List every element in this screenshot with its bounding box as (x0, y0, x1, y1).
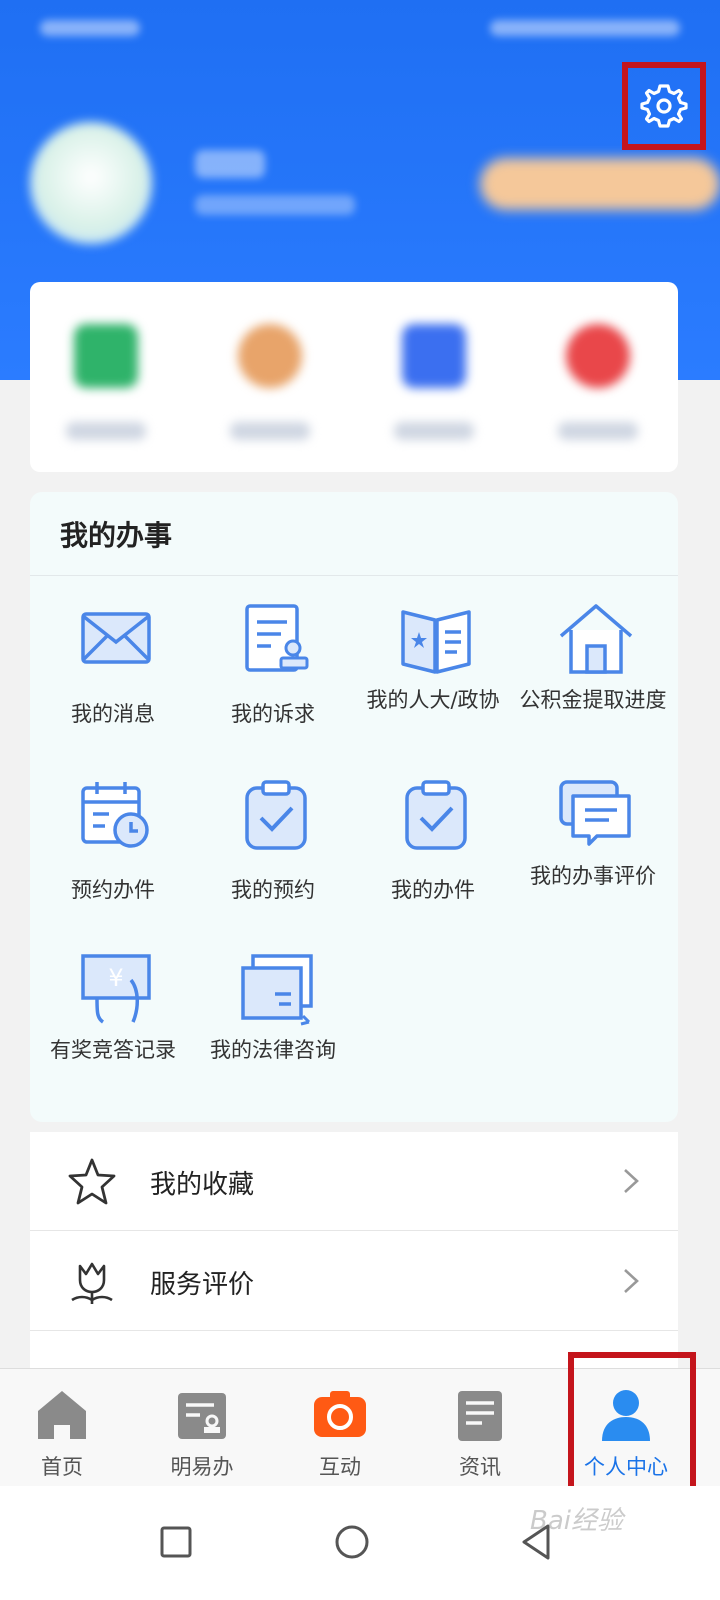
affair-item-my-evaluations[interactable]: 我的办事评价 (512, 776, 674, 936)
affair-label: 我的人大/政协 (366, 688, 500, 712)
list-item-label: 我的收藏 (150, 1170, 255, 1200)
tab-label: 资讯 (459, 1455, 501, 1479)
settings-highlight-box (622, 62, 706, 150)
tab-label: 明易办 (170, 1455, 234, 1479)
tulip-icon (71, 1262, 113, 1304)
affair-label: 我的办事评价 (530, 864, 656, 888)
newspaper-icon (458, 1391, 502, 1441)
card-window-icon (241, 954, 313, 1026)
quick-item-4[interactable] (538, 312, 658, 452)
open-book-icon (401, 610, 471, 674)
envelope-icon (81, 612, 151, 664)
affair-item-legal-consultation[interactable]: 我的法律咨询 (192, 950, 354, 1110)
document-stamp-icon (245, 604, 309, 672)
affair-item-my-tasks[interactable]: 我的办件 (352, 776, 514, 936)
clipboard-check-icon (245, 780, 307, 850)
affair-label: 预约办件 (71, 878, 155, 902)
user-subtitle-blurred (195, 195, 355, 215)
affair-label: 我的诉求 (231, 702, 315, 726)
affair-label: 我的消息 (71, 702, 155, 726)
section-title: 我的办事 (60, 519, 173, 552)
calendar-clock-icon (81, 782, 149, 848)
camera-icon (314, 1391, 366, 1437)
status-bar (40, 14, 680, 42)
quick-item-2[interactable] (210, 312, 330, 452)
chevron-right-icon (624, 1269, 639, 1293)
affair-label: 我的预约 (231, 878, 315, 902)
tab-mingyiban[interactable]: 明易办 (142, 1383, 262, 1479)
affair-label: 我的办件 (391, 878, 475, 902)
list-item-label: 服务评价 (150, 1270, 255, 1300)
star-icon (68, 1158, 116, 1205)
divider (30, 1230, 678, 1231)
affair-label: 有奖竞答记录 (50, 1038, 176, 1062)
tab-label: 首页 (41, 1455, 83, 1479)
affair-label: 公积金提取进度 (519, 688, 667, 712)
affair-item-provident-fund[interactable]: 公积金提取进度 (512, 600, 674, 760)
stamp-board-icon (178, 1393, 226, 1439)
list-item-favorites[interactable]: 我的收藏 (30, 1132, 678, 1231)
avatar[interactable] (30, 122, 152, 244)
house-icon (559, 604, 633, 674)
watermark: Bai经验 (530, 1506, 623, 1536)
affair-item-appeals[interactable]: 我的诉求 (192, 600, 354, 760)
svg-text:¥: ¥ (108, 964, 123, 992)
affair-item-my-appointments[interactable]: 我的预约 (192, 776, 354, 936)
affair-item-npc-cppcc[interactable]: 我的人大/政协 (352, 600, 514, 760)
affair-item-messages[interactable]: 我的消息 (32, 600, 194, 760)
tab-news[interactable]: 资讯 (420, 1383, 540, 1479)
home-button-icon[interactable] (322, 1512, 382, 1572)
quick-item-1[interactable] (46, 312, 166, 452)
home-icon (38, 1391, 86, 1439)
user-name-blurred (195, 150, 265, 178)
clipboard-check-icon (405, 780, 467, 850)
quick-item-3[interactable] (374, 312, 494, 452)
tab-interaction[interactable]: 互动 (280, 1383, 400, 1479)
affair-label: 我的法律咨询 (210, 1038, 336, 1062)
user-badge-blurred[interactable] (480, 158, 720, 210)
my-affairs-card: 我的办事 我的消息 我的诉求 我的人大/政协 公积金提取进度 预约办件 我的预约… (30, 492, 678, 1122)
quick-services-card (30, 282, 678, 472)
active-tab-highlight-box (568, 1352, 696, 1502)
tab-label: 互动 (319, 1455, 361, 1479)
divider (30, 1330, 678, 1331)
settings-list: 我的收藏 服务评价 (30, 1132, 678, 1372)
recent-apps-icon[interactable] (146, 1512, 206, 1572)
chevron-right-icon (624, 1169, 639, 1193)
tab-home[interactable]: 首页 (2, 1383, 122, 1479)
affair-item-booked-tasks[interactable]: 预约办件 (32, 776, 194, 936)
list-item-service-evaluation[interactable]: 服务评价 (30, 1232, 678, 1331)
prize-hand-icon: ¥ (81, 954, 151, 1024)
affair-item-quiz-records[interactable]: ¥ 有奖竞答记录 (32, 950, 194, 1110)
divider (30, 575, 678, 576)
chat-bubbles-icon (559, 780, 631, 846)
